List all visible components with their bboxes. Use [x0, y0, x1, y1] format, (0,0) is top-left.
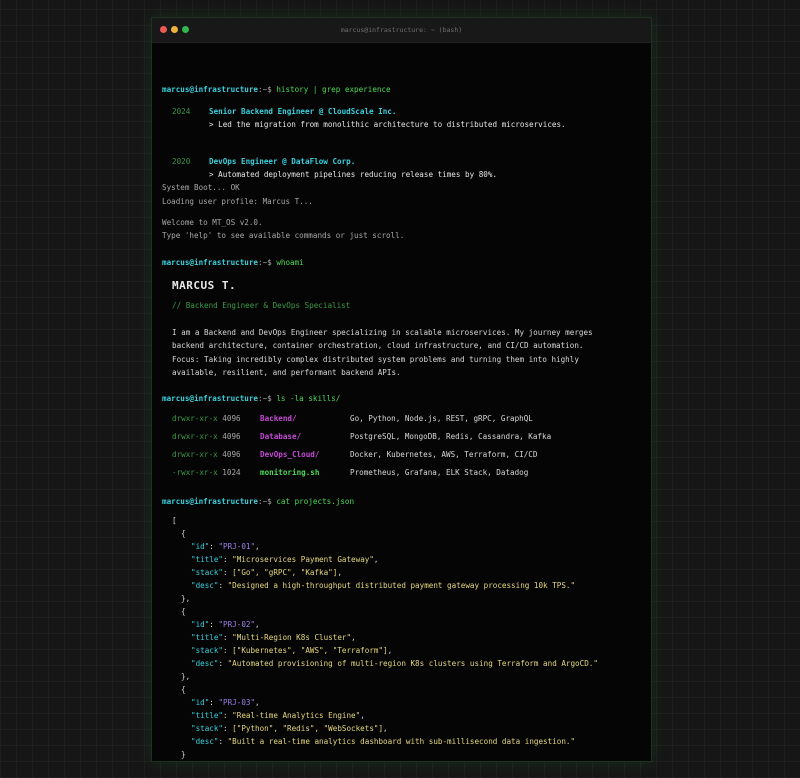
json-object-close: },: [181, 594, 191, 603]
title-bar[interactable]: marcus@infrastructure: ~ (bash): [152, 18, 651, 43]
profile-bio-line: I am a Backend and DevOps Engineer speci…: [172, 328, 593, 337]
boot-status: System Boot... OK: [162, 183, 240, 192]
experience-title: DevOps Engineer @ DataFlow Corp.: [209, 157, 356, 166]
boot-loading: Loading user profile: Marcus T...: [162, 197, 313, 206]
skill-row: drwxr-xr-x 4096: [172, 432, 241, 441]
skill-file-monitoring[interactable]: monitoring.sh: [260, 468, 319, 478]
experience-detail: > Automated deployment pipelines reducin…: [209, 170, 498, 179]
project-id: "id": "PRJ-02",: [191, 620, 260, 629]
skill-row: -rwxr-xr-x 1024: [172, 468, 241, 477]
skill-row: drwxr-xr-x 4096: [172, 450, 241, 459]
window-title: marcus@infrastructure: ~ (bash): [340, 26, 463, 34]
prompt-line-whoami: marcus@infrastructure:~$ whoami: [162, 258, 304, 267]
skill-dir-database[interactable]: Database/: [260, 432, 301, 442]
skill-row: drwxr-xr-x 4096: [172, 414, 241, 423]
json-array-open: [: [172, 516, 177, 525]
project-desc: "desc": "Automated provisioning of multi…: [191, 659, 598, 668]
experience-detail: > Led the migration from monolithic arch…: [209, 120, 566, 129]
profile-tagline: // Backend Engineer & DevOps Specialist: [172, 301, 351, 310]
project-id: "id": "PRJ-03",: [191, 698, 260, 707]
prompt-line-cat: marcus@infrastructure:~$ cat projects.js…: [162, 497, 355, 506]
project-title: "title": "Real-time Analytics Engine",: [191, 711, 365, 720]
project-title: "title": "Multi-Region K8s Cluster",: [191, 633, 356, 642]
profile-bio-line: Focus: Taking incredibly complex distrib…: [172, 355, 579, 364]
json-object-open: {: [181, 607, 186, 616]
profile-bio-line: backend architecture, container orchestr…: [172, 341, 584, 350]
project-stack: "stack": ["Go", "gRPC", "Kafka"],: [191, 568, 342, 577]
prompt-line-ls: marcus@infrastructure:~$ ls -la skills/: [162, 394, 341, 403]
json-object-close: }: [181, 750, 186, 759]
prompt-symbol: :~$: [258, 85, 272, 94]
experience-year: 2024: [172, 107, 191, 116]
profile-name: MARCUS T.: [172, 279, 237, 292]
experience-year: 2020: [172, 157, 191, 166]
skill-list: Prometheus, Grafana, ELK Stack, Datadog: [350, 468, 529, 477]
welcome-message: Welcome to MT_OS v2.0.: [162, 218, 263, 227]
project-desc: "desc": "Built a real-time analytics das…: [191, 737, 576, 746]
command-text: history | grep experience: [276, 85, 391, 94]
skill-dir-devops-cloud[interactable]: DevOps_Cloud/: [260, 450, 319, 460]
skill-list: Docker, Kubernetes, AWS, Terraform, CI/C…: [350, 450, 538, 459]
skill-list: Go, Python, Node.js, REST, gRPC, GraphQL: [350, 414, 533, 423]
json-object-close: },: [181, 672, 191, 681]
json-object-open: {: [181, 685, 186, 694]
terminal-window[interactable]: marcus@infrastructure: ~ (bash) marcus@i…: [151, 17, 652, 762]
project-desc: "desc": "Designed a high-throughput dist…: [191, 581, 576, 590]
help-message: Type 'help' to see available commands or…: [162, 231, 405, 240]
profile-bio-line: available, resilient, and performant bac…: [172, 368, 401, 377]
prompt-line-history: marcus@infrastructure:~$ history | grep …: [162, 85, 391, 95]
skill-list: PostgreSQL, MongoDB, Redis, Cassandra, K…: [350, 432, 552, 441]
skill-dir-backend[interactable]: Backend/: [260, 414, 297, 424]
prompt-user: marcus@infrastructure: [162, 85, 259, 94]
project-id: "id": "PRJ-01",: [191, 542, 260, 551]
project-stack: "stack": ["Kubernetes", "AWS", "Terrafor…: [191, 646, 393, 655]
json-object-open: {: [181, 529, 186, 538]
experience-title: Senior Backend Engineer @ CloudScale Inc…: [209, 107, 397, 116]
project-stack: "stack": ["Python", "Redis", "WebSockets…: [191, 724, 388, 733]
project-title: "title": "Microservices Payment Gateway"…: [191, 555, 379, 564]
